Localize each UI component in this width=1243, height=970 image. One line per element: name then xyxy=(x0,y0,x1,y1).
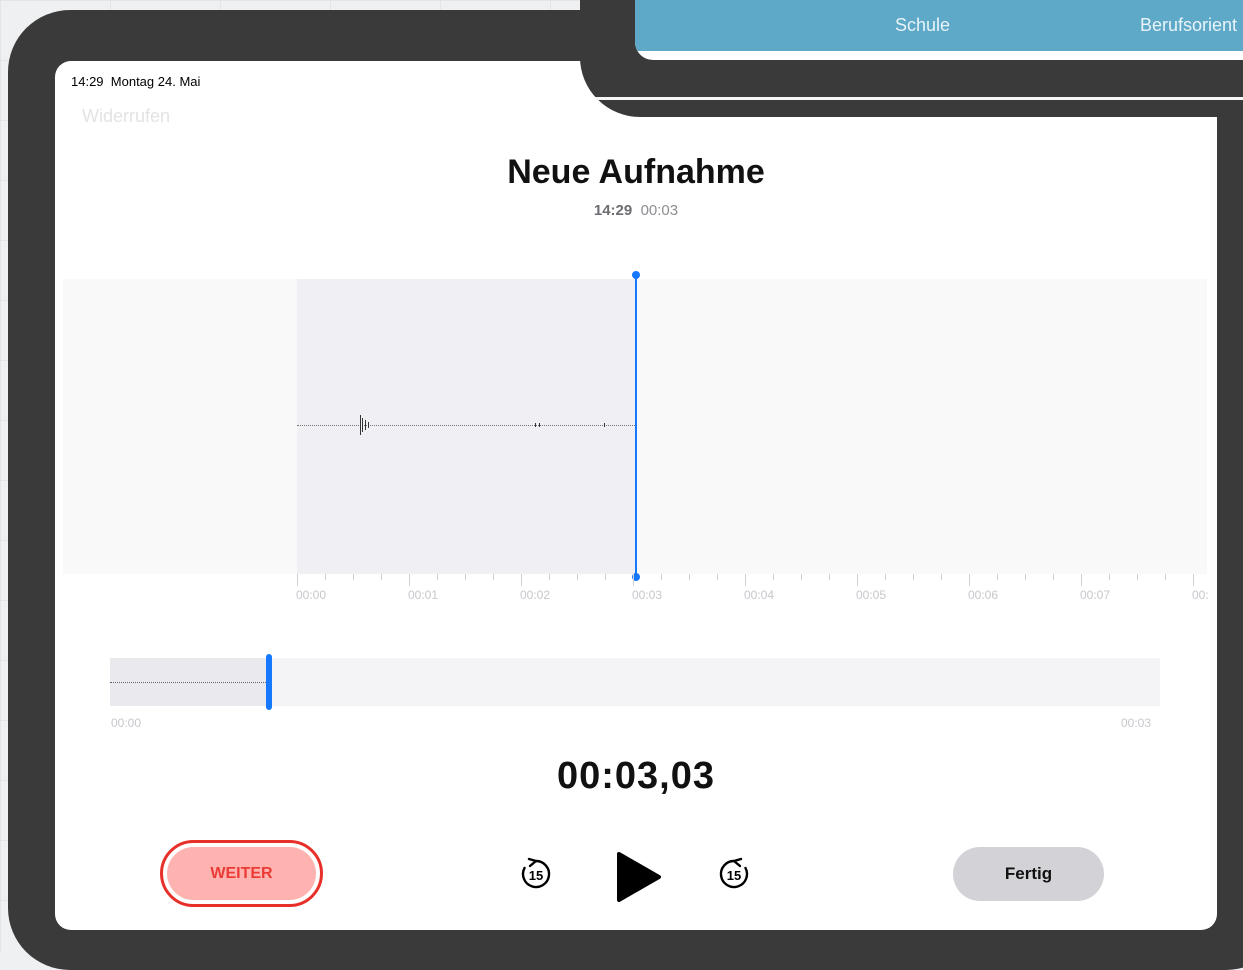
skip-back-15-icon[interactable]: 15 xyxy=(518,856,554,892)
ruler-tick xyxy=(969,574,970,586)
skip-forward-label: 15 xyxy=(727,868,741,883)
recorded-region xyxy=(297,279,635,574)
ruler-tick xyxy=(409,574,410,586)
playhead[interactable] xyxy=(635,275,637,577)
waveform-spike xyxy=(362,418,363,432)
ruler-tick xyxy=(829,574,830,580)
ruler-tick xyxy=(605,574,606,580)
timeline-label: 00:02 xyxy=(520,588,551,602)
status-time: 14:29 xyxy=(71,74,104,89)
ruler-tick xyxy=(801,574,802,580)
ruler-tick xyxy=(1025,574,1026,580)
ruler-tick xyxy=(1081,574,1082,586)
ruler-tick xyxy=(381,574,382,580)
ruler-tick xyxy=(885,574,886,580)
ruler-tick xyxy=(633,574,634,586)
overview-waveform xyxy=(110,682,266,683)
ruler-tick xyxy=(493,574,494,580)
waveform-spike xyxy=(365,420,366,430)
timeline-label: 00:05 xyxy=(856,588,887,602)
ruler-tick xyxy=(1109,574,1110,580)
ruler-tick xyxy=(1165,574,1166,580)
background-app-screen: Schule Berufsorient xyxy=(635,0,1243,60)
undo-button[interactable]: Widerrufen xyxy=(82,106,170,127)
ruler-tick xyxy=(1137,574,1138,580)
ruler-tick xyxy=(857,574,858,586)
fertig-button[interactable]: Fertig xyxy=(953,847,1104,901)
tab-schule[interactable]: Schule xyxy=(895,15,950,36)
voice-memo-screen: 14:29 Montag 24. Mai Widerrufen Neue Auf… xyxy=(55,61,1217,930)
timeline-ruler xyxy=(297,574,1207,586)
ruler-tick xyxy=(773,574,774,580)
timeline-label: 00:03 xyxy=(632,588,663,602)
timeline-label: 00:00 xyxy=(296,588,327,602)
timeline-label: 00:01 xyxy=(408,588,439,602)
recording-title[interactable]: Neue Aufnahme xyxy=(55,153,1217,192)
recording-meta: 14:29 00:03 xyxy=(55,202,1217,219)
ruler-tick xyxy=(521,574,522,586)
ruler-tick xyxy=(465,574,466,580)
ruler-tick xyxy=(661,574,662,580)
overview-start-label: 00:00 xyxy=(111,716,142,730)
ruler-tick xyxy=(745,574,746,586)
status-date: Montag 24. Mai xyxy=(110,74,201,89)
waveform-spike xyxy=(368,422,369,428)
ipad-frame: 14:29 Montag 24. Mai Widerrufen Neue Auf… xyxy=(8,10,1243,970)
ruler-tick xyxy=(717,574,718,580)
waveform-spike xyxy=(535,423,536,427)
waveform-baseline xyxy=(297,425,635,426)
status-bar: 14:29 Montag 24. Mai xyxy=(71,74,200,89)
ruler-tick xyxy=(577,574,578,580)
tab-berufsorientierung[interactable]: Berufsorient xyxy=(1140,15,1237,36)
ruler-tick xyxy=(297,574,298,586)
ruler-tick xyxy=(941,574,942,580)
ruler-tick xyxy=(549,574,550,580)
background-app-tabbar: Schule Berufsorient xyxy=(635,0,1243,51)
timeline-label: 00: xyxy=(1192,588,1209,602)
ruler-tick xyxy=(1193,574,1194,586)
overview-end-label: 00:03 xyxy=(1121,716,1152,730)
weiter-label: WEITER xyxy=(167,847,316,900)
skip-back-label: 15 xyxy=(529,868,543,883)
background-app-edge xyxy=(580,97,1243,100)
ruler-tick xyxy=(437,574,438,580)
background-ipad-frame: Schule Berufsorient xyxy=(580,0,1243,117)
waveform-spike xyxy=(360,415,361,435)
recording-duration: 00:03 xyxy=(640,202,679,219)
ruler-tick xyxy=(997,574,998,580)
ruler-tick xyxy=(325,574,326,580)
ruler-tick xyxy=(689,574,690,580)
timeline-label: 00:06 xyxy=(968,588,999,602)
playhead-top-handle[interactable] xyxy=(632,271,640,279)
waveform-spike xyxy=(539,423,540,427)
elapsed-timer: 00:03,03 xyxy=(556,755,715,797)
overview-handle[interactable] xyxy=(266,654,272,710)
ruler-tick xyxy=(1053,574,1054,580)
weiter-button[interactable]: WEITER xyxy=(160,840,323,907)
play-icon[interactable] xyxy=(616,851,662,903)
waveform-spike xyxy=(604,423,605,427)
ruler-tick xyxy=(353,574,354,580)
recording-time: 14:29 xyxy=(593,202,633,219)
timeline-label: 00:04 xyxy=(744,588,775,602)
skip-forward-15-icon[interactable]: 15 xyxy=(716,856,752,892)
ruler-tick xyxy=(913,574,914,580)
timeline-label: 00:07 xyxy=(1080,588,1111,602)
